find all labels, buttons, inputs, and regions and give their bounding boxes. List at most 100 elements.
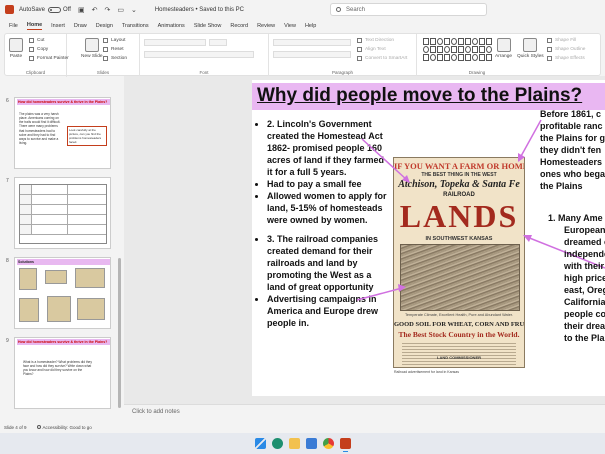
shape-oval[interactable] — [430, 54, 436, 61]
paste-button[interactable]: Paste — [9, 38, 23, 59]
quick-styles-button[interactable]: Quick Styles — [517, 38, 544, 59]
list-controls[interactable] — [273, 39, 351, 46]
new-slide-button[interactable]: New Slide — [81, 38, 103, 59]
edge-icon[interactable] — [271, 438, 283, 449]
shape-rect[interactable] — [423, 38, 429, 45]
reset-icon — [103, 47, 108, 52]
tab-draw[interactable]: Draw — [74, 23, 87, 29]
thumbnails-scrollbar[interactable] — [118, 258, 121, 408]
shape-rect[interactable] — [451, 46, 457, 53]
shape-fill-button[interactable]: Shape Fill — [547, 38, 576, 43]
tab-design[interactable]: Design — [96, 23, 113, 29]
reset-button[interactable]: Reset — [103, 47, 124, 52]
reset-label: Reset — [111, 47, 124, 52]
shape-rect[interactable] — [479, 38, 485, 45]
present-icon[interactable]: ▭ — [117, 6, 124, 14]
alignment-controls[interactable] — [273, 51, 351, 58]
autosave-toggle[interactable] — [48, 6, 62, 13]
tab-help[interactable]: Help — [305, 23, 316, 29]
thumbnail-picture — [47, 296, 71, 322]
shape-rect[interactable] — [437, 54, 443, 61]
chrome-icon[interactable] — [322, 438, 334, 449]
section-button[interactable]: Section — [103, 56, 127, 61]
slide-canvas[interactable]: Why did people move to the Plains? 2. Li… — [252, 80, 605, 396]
arrow-line — [519, 119, 542, 159]
shape-oval[interactable] — [451, 38, 457, 45]
text-line: the Plains for g — [540, 133, 605, 143]
list-line: their drea — [564, 321, 605, 331]
shape-rect[interactable] — [472, 46, 478, 53]
shape-oval[interactable] — [444, 46, 450, 53]
shape-rect[interactable] — [479, 54, 485, 61]
document-title[interactable]: Homesteaders • Saved to this PC — [155, 7, 244, 13]
align-text-button[interactable]: Align Text — [357, 47, 386, 52]
shape-rect[interactable] — [430, 46, 436, 53]
thumbnail-slide-7[interactable] — [14, 177, 111, 249]
tab-slide-show[interactable]: Slide Show — [194, 23, 222, 29]
tab-home[interactable]: Home — [26, 22, 43, 30]
thumbnail-slide-8[interactable]: Solutions — [14, 257, 111, 329]
shape-rect[interactable] — [423, 54, 429, 61]
tab-review[interactable]: Review — [257, 23, 275, 29]
notes-pane[interactable]: Click to add notes — [124, 404, 605, 421]
shape-oval[interactable] — [472, 38, 478, 45]
save-icon[interactable]: ▣ — [78, 6, 85, 14]
powerpoint-taskbar-icon[interactable] — [339, 438, 351, 452]
right-text-box[interactable]: Before 1861, c profitable ranc the Plain… — [540, 108, 605, 343]
smartart-icon — [357, 56, 362, 61]
tab-insert[interactable]: Insert — [51, 23, 65, 29]
shape-oval[interactable] — [472, 54, 478, 61]
tab-record[interactable]: Record — [230, 23, 248, 29]
shape-rect[interactable] — [437, 46, 443, 53]
file-explorer-icon[interactable] — [288, 438, 300, 449]
shape-rect[interactable] — [479, 46, 485, 53]
font-label: Font — [199, 70, 209, 75]
text-direction-button[interactable]: Text Direction — [357, 38, 394, 43]
shape-oval[interactable] — [423, 46, 429, 53]
table-cell — [20, 225, 32, 234]
shape-oval[interactable] — [465, 46, 471, 53]
copy-button[interactable]: Copy — [29, 47, 48, 52]
thumbnail-title: Solutions — [17, 259, 110, 266]
tab-transitions[interactable]: Transitions — [122, 23, 149, 29]
format-painter-label: Format Painter — [37, 56, 69, 61]
shape-rect[interactable] — [458, 46, 464, 53]
shape-rect[interactable] — [465, 38, 471, 45]
undo-icon[interactable]: ↶ — [92, 6, 98, 14]
shape-rect[interactable] — [486, 38, 492, 45]
shape-effects-button[interactable]: Shape Effects — [547, 56, 585, 61]
customize-qat-icon[interactable]: ⌄ — [131, 6, 137, 14]
shape-rect[interactable] — [444, 54, 450, 61]
store-icon[interactable] — [305, 438, 317, 449]
layout-button[interactable]: Layout — [103, 38, 125, 43]
list-line: high price — [564, 273, 605, 283]
arrange-button[interactable]: Arrange — [495, 38, 512, 59]
shape-rect[interactable] — [486, 54, 492, 61]
shape-oval[interactable] — [486, 46, 492, 53]
convert-smartart-button[interactable]: Convert to SmartArt — [357, 56, 407, 61]
thumbnail-slide-6[interactable]: How did homesteaders survive & thrive in… — [14, 97, 111, 169]
tab-file[interactable]: File — [9, 23, 18, 29]
shape-rect[interactable] — [465, 54, 471, 61]
shape-rect[interactable] — [430, 38, 436, 45]
font-format-row[interactable] — [144, 51, 254, 58]
cut-button[interactable]: Cut — [29, 38, 44, 43]
thumbnail-slide-9[interactable]: How did homesteaders survive & thrive in… — [14, 337, 111, 409]
font-size-select[interactable] — [209, 39, 227, 46]
pen-icon — [547, 47, 552, 52]
shape-rect[interactable] — [444, 38, 450, 45]
tab-animations[interactable]: Animations — [158, 23, 185, 29]
font-name-select[interactable] — [144, 39, 206, 46]
shape-outline-button[interactable]: Shape Outline — [547, 47, 585, 52]
shape-oval[interactable] — [451, 54, 457, 61]
shape-rect[interactable] — [458, 38, 464, 45]
windows-start-icon[interactable] — [254, 438, 266, 449]
format-painter-button[interactable]: Format Painter — [29, 56, 69, 61]
redo-icon[interactable]: ↷ — [104, 6, 110, 14]
shape-oval[interactable] — [437, 38, 443, 45]
tab-view[interactable]: View — [284, 23, 296, 29]
shape-rect[interactable] — [458, 54, 464, 61]
search-input[interactable]: Search — [330, 3, 487, 16]
accessibility-status[interactable]: Accessibility: Good to go — [43, 425, 92, 430]
shapes-gallery[interactable] — [423, 38, 492, 68]
